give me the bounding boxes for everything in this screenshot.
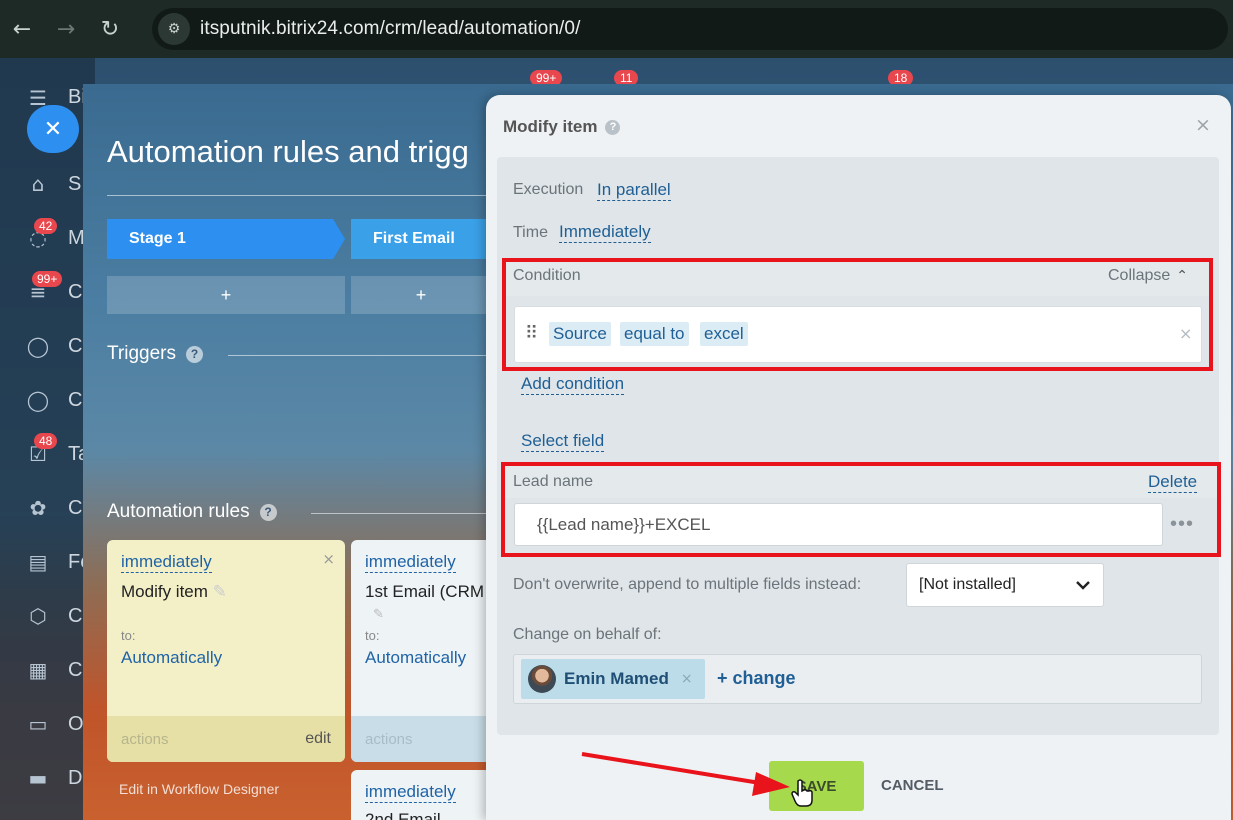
feed-icon[interactable]: ▤	[24, 548, 52, 576]
behalf-label: Change on behalf of:	[513, 626, 662, 643]
rules-label: Automation rules	[107, 501, 250, 522]
hexagon-icon[interactable]: ⬡	[24, 602, 52, 630]
reload-icon[interactable]: ↻	[88, 0, 132, 58]
select-field-link[interactable]: Select field	[521, 431, 605, 452]
nav-label-9[interactable]: C	[68, 605, 82, 628]
site-settings-icon[interactable]: ⚙	[158, 13, 190, 45]
browser-toolbar: ← → ↻ ⚙ itsputnik.bitrix24.com/crm/lead/…	[0, 0, 1233, 58]
nav-label-12[interactable]: D	[68, 767, 82, 790]
lead-name-highlight-frame	[501, 462, 1221, 557]
time-link[interactable]: Immediately	[559, 222, 651, 243]
rule-name-text: Modify item	[121, 582, 208, 601]
execution-label: Execution	[513, 181, 584, 198]
address-bar[interactable]: ⚙ itsputnik.bitrix24.com/crm/lead/automa…	[152, 8, 1228, 50]
stage-1[interactable]: Stage 1	[107, 219, 345, 259]
triggers-heading: Triggers ?	[107, 343, 203, 365]
sales-icon[interactable]: ✿	[24, 494, 52, 522]
nav-label-7[interactable]: C	[68, 497, 82, 520]
stage-first-email[interactable]: First Email	[351, 219, 491, 259]
condition-highlight-frame	[502, 258, 1213, 371]
nav-label-1[interactable]: S	[68, 173, 81, 196]
rule-footer: actions edit	[107, 716, 345, 762]
nav-label-4[interactable]: C	[68, 335, 82, 358]
rule-actions-label: actions	[121, 730, 169, 748]
triggers-divider	[228, 355, 488, 356]
dialog-title: Modify item ?	[503, 117, 621, 137]
rule-timing-link[interactable]: immediately	[365, 782, 456, 803]
page-title: Automation rules and trigg	[107, 134, 469, 169]
rule-target: Automatically	[121, 648, 223, 667]
title-divider	[107, 195, 487, 196]
rules-divider	[311, 513, 488, 514]
save-button[interactable]: SAVE	[769, 761, 864, 811]
nav-label-3[interactable]: C	[68, 281, 82, 304]
rule-to-label: to:	[121, 628, 136, 643]
rule-target: Automatically	[365, 648, 467, 667]
add-condition-link[interactable]: Add condition	[521, 374, 625, 395]
back-icon[interactable]: ←	[0, 0, 44, 58]
rules-heading: Automation rules ?	[107, 501, 277, 523]
drive-icon[interactable]: ▬	[24, 764, 52, 792]
rule-card-second-email[interactable]: immediately 2nd Email	[351, 770, 491, 820]
rule-name: 1st Email (CRM	[365, 582, 485, 601]
nav-label-5[interactable]: C	[68, 389, 82, 412]
user-chip: Emin Mamed ×	[521, 659, 705, 699]
left-navigation: ☰ Bi ⌂ S ◌ 42 M ≡ 99+ C ◯ C ◯ C ☑ 48 Ta …	[0, 58, 95, 820]
url-text[interactable]: itsputnik.bitrix24.com/crm/lead/automati…	[200, 18, 580, 40]
calendar-icon[interactable]: ▦	[24, 656, 52, 684]
rule-actions-label: actions	[365, 730, 413, 748]
c-icon[interactable]: ◯	[24, 386, 52, 414]
nav-label-10[interactable]: C	[68, 659, 82, 682]
close-panel-icon[interactable]: ✕	[27, 105, 79, 153]
dialog-body	[497, 157, 1219, 735]
triggers-label: Triggers	[107, 343, 176, 364]
help-icon[interactable]: ?	[605, 119, 621, 135]
time-label: Time	[513, 224, 548, 241]
overwrite-label: Don't overwrite, append to multiple fiel…	[513, 576, 862, 593]
nav-badge-messages: 42	[34, 218, 58, 234]
nav-badge-tasks: 48	[34, 433, 58, 449]
pencil-icon[interactable]: ✎	[373, 606, 384, 622]
hand-cursor-icon	[791, 779, 813, 807]
help-icon[interactable]: ?	[259, 503, 277, 521]
rule-name: 2nd Email	[365, 810, 441, 820]
document-icon[interactable]: ▭	[24, 710, 52, 738]
pencil-icon[interactable]: ✎	[213, 582, 227, 601]
rule-name: Modify item ✎	[121, 582, 227, 602]
cf-icon[interactable]: ◯	[24, 332, 52, 360]
execution-mode-link[interactable]: In parallel	[597, 180, 671, 201]
dialog-title-text: Modify item	[503, 117, 598, 136]
edit-rule-button[interactable]: edit	[305, 730, 331, 748]
rule-timing-link[interactable]: immediately	[121, 552, 212, 573]
rule-card-modify-item[interactable]: immediately × Modify item ✎ to: Automati…	[107, 540, 345, 762]
remove-rule-icon[interactable]: ×	[322, 550, 335, 568]
home-icon[interactable]: ⌂	[24, 170, 52, 198]
rule-to-label: to:	[365, 628, 380, 643]
help-icon[interactable]: ?	[185, 345, 203, 363]
user-name: Emin Mamed	[564, 669, 669, 688]
cancel-button[interactable]: CANCEL	[881, 777, 944, 794]
add-trigger-stage-1-button[interactable]: +	[107, 276, 345, 314]
rule-card-first-email[interactable]: immediately 1st Email (CRM ✎ to: Automat…	[351, 540, 491, 762]
rule-timing-link[interactable]: immediately	[365, 552, 456, 573]
avatar	[528, 665, 556, 693]
rule-footer: actions	[351, 716, 491, 762]
remove-user-icon[interactable]: ×	[681, 671, 693, 687]
workflow-designer-link[interactable]: Edit in Workflow Designer	[119, 781, 279, 797]
nav-badge-crm: 99+	[32, 271, 63, 287]
chevron-down-icon	[1076, 581, 1090, 590]
nav-label-11[interactable]: O	[68, 713, 84, 736]
overwrite-select-value: [Not installed]	[919, 576, 1016, 593]
add-trigger-stage-2-button[interactable]: +	[351, 276, 491, 314]
forward-icon[interactable]: →	[44, 0, 88, 58]
change-user-link[interactable]: + change	[717, 668, 796, 689]
overwrite-select[interactable]: [Not installed]	[906, 563, 1104, 607]
close-icon[interactable]: ×	[1195, 114, 1211, 136]
